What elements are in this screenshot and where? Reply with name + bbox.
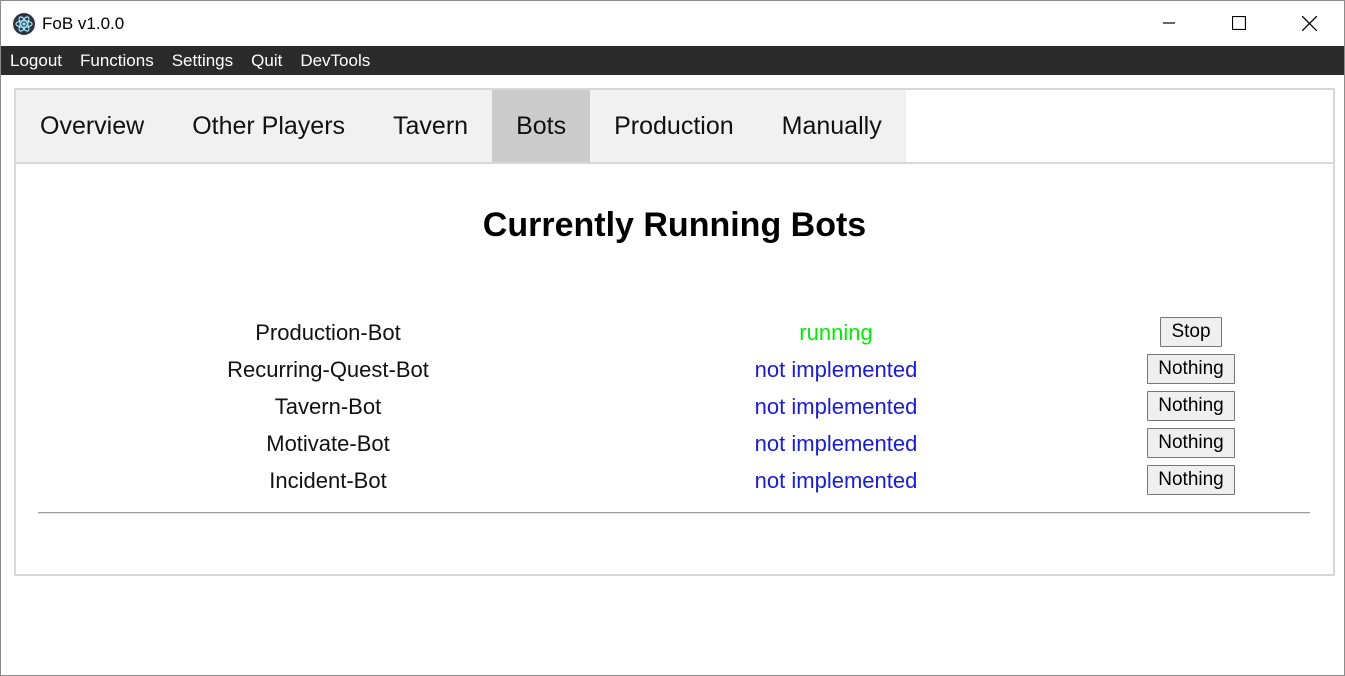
maximize-icon xyxy=(1232,16,1246,30)
tab-overview[interactable]: Overview xyxy=(16,90,168,162)
bot-name: Tavern-Bot xyxy=(274,394,382,419)
bot-row-incident: Incident-Bot not implemented Nothing xyxy=(16,462,1333,499)
bot-row-recurring-quest: Recurring-Quest-Bot not implemented Noth… xyxy=(16,351,1333,388)
bot-row-production: Production-Bot running Stop xyxy=(16,314,1333,351)
bot-row-motivate: Motivate-Bot not implemented Nothing xyxy=(16,425,1333,462)
tab-bar: Overview Other Players Tavern Bots Produ… xyxy=(16,90,1333,164)
title-bar[interactable]: FoB v1.0.0 xyxy=(1,1,1344,45)
menu-devtools[interactable]: DevTools xyxy=(291,46,379,75)
tab-other-players[interactable]: Other Players xyxy=(168,90,369,162)
bots-list: Production-Bot running Stop Recurring-Qu… xyxy=(16,314,1333,499)
menu-bar: Logout Functions Settings Quit DevTools xyxy=(1,46,1344,75)
electron-atom-icon xyxy=(12,12,36,36)
menu-logout[interactable]: Logout xyxy=(1,46,71,75)
page-title: Currently Running Bots xyxy=(482,206,867,244)
tab-bar-filler xyxy=(905,90,1333,162)
bot-action-cell: Stop xyxy=(1111,317,1271,347)
divider xyxy=(38,512,1310,514)
bot-action-cell: Nothing xyxy=(1111,354,1271,384)
bot-name: Production-Bot xyxy=(255,320,401,345)
menu-functions[interactable]: Functions xyxy=(71,46,163,75)
nothing-button[interactable]: Nothing xyxy=(1147,465,1235,495)
minimize-icon xyxy=(1163,22,1175,24)
tab-manually[interactable]: Manually xyxy=(758,90,906,162)
tab-bots[interactable]: Bots xyxy=(492,90,591,162)
bot-name: Incident-Bot xyxy=(269,468,387,493)
bot-name: Motivate-Bot xyxy=(266,431,390,456)
main-panel: Overview Other Players Tavern Bots Produ… xyxy=(14,88,1335,576)
menu-quit[interactable]: Quit xyxy=(242,46,291,75)
bot-status: running xyxy=(799,320,873,345)
close-icon xyxy=(1301,15,1317,31)
bot-action-cell: Nothing xyxy=(1111,465,1271,495)
stop-button[interactable]: Stop xyxy=(1160,317,1222,347)
bot-action-cell: Nothing xyxy=(1111,428,1271,458)
minimize-button[interactable] xyxy=(1134,1,1204,45)
bot-status: not implemented xyxy=(754,431,918,456)
close-button[interactable] xyxy=(1274,1,1344,45)
nothing-button[interactable]: Nothing xyxy=(1147,428,1235,458)
bot-status: not implemented xyxy=(754,357,918,382)
bot-row-tavern: Tavern-Bot not implemented Nothing xyxy=(16,388,1333,425)
bot-status: not implemented xyxy=(754,468,918,493)
bot-action-cell: Nothing xyxy=(1111,391,1271,421)
menu-settings[interactable]: Settings xyxy=(163,46,242,75)
bot-name: Recurring-Quest-Bot xyxy=(227,357,429,382)
nothing-button[interactable]: Nothing xyxy=(1147,354,1235,384)
tab-production[interactable]: Production xyxy=(590,90,758,162)
app-window: FoB v1.0.0 Logout Functions Settings Qui… xyxy=(0,0,1345,676)
tab-tavern[interactable]: Tavern xyxy=(369,90,492,162)
nothing-button[interactable]: Nothing xyxy=(1147,391,1235,421)
maximize-button[interactable] xyxy=(1204,1,1274,45)
window-title: FoB v1.0.0 xyxy=(42,14,125,33)
bot-status: not implemented xyxy=(754,394,918,419)
